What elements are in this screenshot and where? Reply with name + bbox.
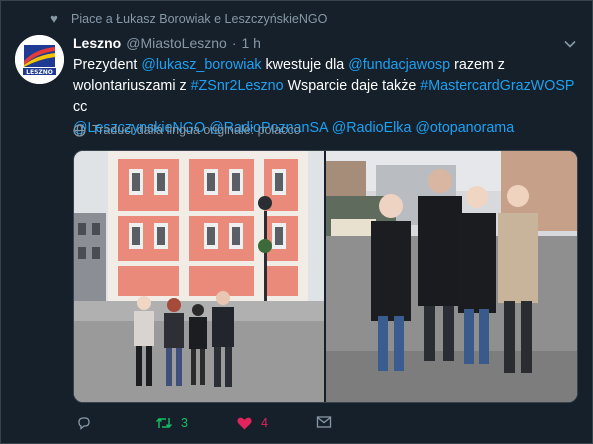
tweet-text-segment: cc <box>73 99 88 115</box>
retweet-button[interactable]: 3 <box>155 415 188 431</box>
separator-dot: · <box>231 35 237 51</box>
hashtag-link[interactable]: #ZSnr2Leszno <box>191 78 284 94</box>
retweet-count: 3 <box>181 416 188 430</box>
media-grid <box>73 150 578 403</box>
photo-town-hall[interactable] <box>74 151 324 402</box>
like-button[interactable]: 4 <box>236 415 268 431</box>
translate-link[interactable]: Traduci dalla lingua originale: polacco <box>73 123 301 137</box>
tweet-text-segment: Prezydent <box>73 57 142 73</box>
tweet-actions: 3 4 <box>73 415 578 435</box>
mention-link[interactable]: @RadioElka <box>332 120 412 136</box>
leszno-logo: LESZNO <box>15 35 64 84</box>
mention-link[interactable]: @otopanorama <box>415 120 514 136</box>
mention-link[interactable]: @lukasz_borowiak <box>141 57 261 73</box>
message-icon <box>316 416 332 428</box>
retweet-icon <box>156 418 172 428</box>
avatar[interactable]: LESZNO <box>15 35 64 84</box>
like-count: 4 <box>261 416 268 430</box>
tweet-text-segment: Wsparcie daje także <box>283 78 421 94</box>
author-handle[interactable]: @MiastoLeszno <box>126 35 227 51</box>
direct-message-button[interactable] <box>316 415 332 429</box>
chevron-down-icon[interactable] <box>563 37 577 51</box>
author-name[interactable]: Leszno <box>73 35 121 51</box>
like-icon <box>237 417 252 430</box>
social-context: ♥ Piace a Łukasz Borowiak e Leszczyńskie… <box>47 11 327 26</box>
hashtag-link[interactable]: #MastercardGrazWOSP <box>420 78 574 94</box>
heart-icon: ♥ <box>50 11 58 26</box>
tweet-text-segment: kwestuje dla <box>261 57 349 73</box>
globe-icon <box>73 123 86 137</box>
reply-button[interactable] <box>76 415 100 431</box>
photo-volunteers[interactable] <box>326 151 577 402</box>
tweet-header: Leszno @MiastoLeszno · 1 h <box>73 35 261 51</box>
reply-icon <box>78 417 90 430</box>
tweet-timestamp[interactable]: 1 h <box>242 35 261 51</box>
tweet-card[interactable]: ♥ Piace a Łukasz Borowiak e Leszczyńskie… <box>0 0 593 444</box>
translate-label: Traduci dalla lingua originale: polacco <box>92 123 301 137</box>
social-context-text: Piace a Łukasz Borowiak e LeszczyńskieNG… <box>71 11 328 26</box>
svg-text:LESZNO: LESZNO <box>26 69 53 76</box>
mention-link[interactable]: @fundacjawosp <box>348 57 450 73</box>
